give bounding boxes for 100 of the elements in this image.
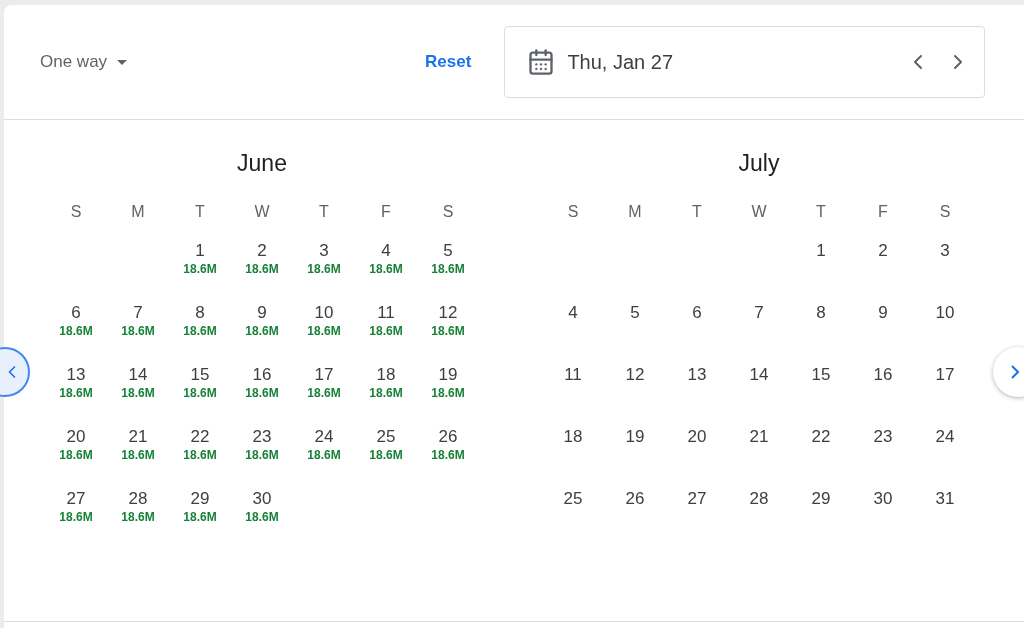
day-cell[interactable]: 16 [855, 363, 911, 425]
day-number: 10 [314, 302, 334, 324]
day-number: 13 [66, 364, 86, 386]
day-cell[interactable]: 23 [855, 425, 911, 487]
day-cell[interactable]: 6 [669, 301, 725, 363]
day-number: 6 [71, 302, 81, 324]
day-cell[interactable]: 8 [793, 301, 849, 363]
day-cell[interactable]: 8 18.6M [172, 301, 228, 363]
day-number: 31 [935, 488, 955, 510]
day-cell[interactable]: 14 [731, 363, 787, 425]
day-cell[interactable]: 14 18.6M [110, 363, 166, 425]
day-number: 26 [625, 488, 645, 510]
day-cell[interactable]: 10 [917, 301, 973, 363]
weekday-label: T [319, 202, 329, 222]
day-price: 18.6M [183, 448, 217, 462]
day-cell[interactable]: 2 18.6M [234, 239, 290, 301]
day-cell[interactable]: 13 18.6M [48, 363, 104, 425]
day-cell[interactable]: 24 18.6M [296, 425, 352, 487]
day-cell[interactable]: 4 [545, 301, 601, 363]
day-cell[interactable]: 10 18.6M [296, 301, 352, 363]
day-cell[interactable]: 11 18.6M [358, 301, 414, 363]
day-cell[interactable]: 2 [855, 239, 911, 301]
day-cell[interactable]: 17 [917, 363, 973, 425]
day-cell[interactable]: 22 [793, 425, 849, 487]
day-cell[interactable]: 9 [855, 301, 911, 363]
day-price: 18.6M [121, 386, 155, 400]
day-cell[interactable]: 13 [669, 363, 725, 425]
day-cell[interactable]: 1 18.6M [172, 239, 228, 301]
day-cell[interactable]: 9 18.6M [234, 301, 290, 363]
day-cell[interactable]: 3 18.6M [296, 239, 352, 301]
day-cell[interactable]: 29 [793, 487, 849, 549]
day-cell[interactable]: 21 [731, 425, 787, 487]
day-cell[interactable]: 5 [607, 301, 663, 363]
day-number: 27 [66, 488, 86, 510]
day-number: 15 [190, 364, 210, 386]
day-number: 19 [438, 364, 458, 386]
day-cell[interactable]: 30 18.6M [234, 487, 290, 549]
weekday-label: W [751, 202, 767, 222]
day-cell[interactable]: 7 18.6M [110, 301, 166, 363]
day-cell[interactable]: 19 18.6M [420, 363, 476, 425]
day-price: 18.6M [245, 448, 279, 462]
day-cell[interactable]: 20 [669, 425, 725, 487]
day-number: 2 [878, 240, 888, 262]
day-cell[interactable]: 25 18.6M [358, 425, 414, 487]
day-cell[interactable]: 5 18.6M [420, 239, 476, 301]
day-number: 2 [257, 240, 267, 262]
day-number: 18 [563, 426, 583, 448]
day-cell[interactable]: 18 [545, 425, 601, 487]
day-cell[interactable]: 1 [793, 239, 849, 301]
day-cell[interactable]: 28 18.6M [110, 487, 166, 549]
day-cell[interactable]: 28 [731, 487, 787, 549]
day-cell[interactable]: 24 [917, 425, 973, 487]
weekday-label: S [939, 202, 951, 222]
day-cell[interactable]: 22 18.6M [172, 425, 228, 487]
day-number: 7 [133, 302, 143, 324]
day-price: 18.6M [431, 262, 465, 276]
day-cell[interactable]: 26 [607, 487, 663, 549]
trip-type-dropdown[interactable]: One way [40, 42, 128, 82]
day-price: 18.6M [183, 510, 217, 524]
day-cell[interactable]: 11 [545, 363, 601, 425]
day-number: 4 [568, 302, 578, 324]
weekday-label: S [567, 202, 579, 222]
day-number: 19 [625, 426, 645, 448]
day-cell[interactable]: 31 [917, 487, 973, 549]
day-number: 18 [376, 364, 396, 386]
day-price: 18.6M [59, 448, 93, 462]
day-cell[interactable]: 15 [793, 363, 849, 425]
day-cell[interactable]: 6 18.6M [48, 301, 104, 363]
day-cell[interactable]: 16 18.6M [234, 363, 290, 425]
day-price: 18.6M [121, 324, 155, 338]
weekday-label: M [131, 202, 145, 222]
calendar-icon [527, 48, 556, 76]
day-cell[interactable]: 21 18.6M [110, 425, 166, 487]
day-cell[interactable]: 27 [669, 487, 725, 549]
day-price: 18.6M [431, 324, 465, 338]
day-number: 3 [940, 240, 950, 262]
reset-button[interactable]: Reset [419, 42, 478, 82]
day-cell[interactable]: 18 18.6M [358, 363, 414, 425]
day-number: 14 [128, 364, 148, 386]
day-cell[interactable]: 19 [607, 425, 663, 487]
weekday-label: T [816, 202, 826, 222]
day-cell[interactable]: 7 [731, 301, 787, 363]
day-cell[interactable]: 23 18.6M [234, 425, 290, 487]
day-price: 18.6M [431, 448, 465, 462]
chevron-right-icon [1011, 365, 1019, 379]
date-field[interactable]: Thu, Jan 27 [504, 26, 986, 98]
day-cell[interactable]: 30 [855, 487, 911, 549]
day-cell[interactable]: 12 18.6M [420, 301, 476, 363]
day-number: 22 [190, 426, 210, 448]
day-cell[interactable]: 3 [917, 239, 973, 301]
day-cell[interactable]: 15 18.6M [172, 363, 228, 425]
day-cell[interactable]: 20 18.6M [48, 425, 104, 487]
day-cell[interactable]: 4 18.6M [358, 239, 414, 301]
day-cell[interactable]: 26 18.6M [420, 425, 476, 487]
day-number: 24 [314, 426, 334, 448]
day-cell[interactable]: 17 18.6M [296, 363, 352, 425]
day-cell[interactable]: 25 [545, 487, 601, 549]
day-cell[interactable]: 29 18.6M [172, 487, 228, 549]
day-cell[interactable]: 27 18.6M [48, 487, 104, 549]
day-cell[interactable]: 12 [607, 363, 663, 425]
